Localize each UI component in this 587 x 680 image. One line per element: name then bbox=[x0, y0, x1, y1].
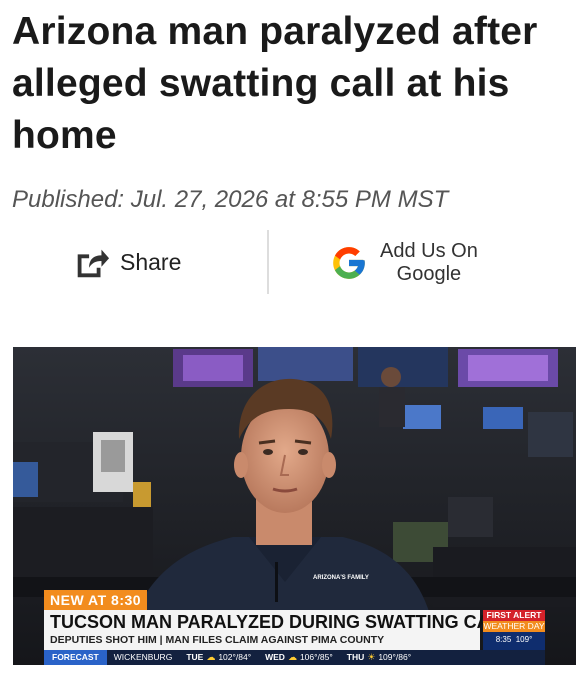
sun-icon: ☀ bbox=[367, 652, 376, 662]
partly-cloudy-icon: ☁ bbox=[206, 652, 216, 662]
share-arrow-icon bbox=[77, 249, 110, 278]
add-us-on-google-button[interactable]: Add Us On Google bbox=[330, 238, 478, 288]
forecast-day-thu: THU ☀ 109°/86° bbox=[340, 650, 418, 665]
partly-cloudy-icon: ☁ bbox=[287, 652, 297, 662]
published-timestamp: Published: Jul. 27, 2026 at 8:55 PM MST bbox=[12, 186, 449, 213]
share-button[interactable]: Share bbox=[72, 242, 181, 282]
news-lower-third: NEW AT 8:30 TUCSON MAN PARALYZED DURING … bbox=[13, 588, 576, 665]
add-us-on-google-label: Add Us On Google bbox=[380, 240, 478, 286]
google-label-line1: Add Us On bbox=[380, 240, 478, 262]
alert-time-temp: 8:35 109° bbox=[495, 635, 533, 644]
forecast-ticker: FORECAST WICKENBURG TUE ☁ 102°/84° WED ☁… bbox=[44, 650, 545, 665]
first-alert-label: FIRST ALERT bbox=[483, 610, 545, 621]
forecast-location: WICKENBURG bbox=[113, 652, 173, 662]
forecast-day-wed: WED ☁ 106°/85° bbox=[258, 650, 340, 665]
google-g-icon bbox=[333, 247, 365, 279]
article-actions: Share Add Us On Google bbox=[0, 230, 587, 294]
action-divider bbox=[267, 230, 269, 294]
share-label: Share bbox=[120, 248, 182, 275]
news-video-player[interactable]: ARIZONA'S FAMILY NEW AT 8:30 TUCSON MAN … bbox=[13, 347, 576, 665]
google-label-line2: Google bbox=[396, 263, 462, 285]
lower-third-main: TUCSON MAN PARALYZED DURING SWATTING CAL… bbox=[44, 610, 512, 650]
article-headline: Arizona man paralyzed after alleged swat… bbox=[12, 10, 538, 157]
weather-day-label: WEATHER DAY bbox=[483, 621, 545, 632]
lower-third-headline: TUCSON MAN PARALYZED DURING SWATTING CAL… bbox=[50, 612, 512, 632]
station-logo-text: ARIZONA'S FAMILY bbox=[313, 575, 369, 581]
lower-third-subline: DEPUTIES SHOT HIM | MAN FILES CLAIM AGAI… bbox=[50, 634, 385, 646]
article-page: Arizona man paralyzed after alleged swat… bbox=[0, 0, 587, 680]
new-at-tag: NEW AT 8:30 bbox=[44, 590, 148, 610]
first-alert-box: FIRST ALERT WEATHER DAY 8:35 109° bbox=[483, 610, 545, 650]
forecast-label: FORECAST bbox=[44, 650, 107, 665]
forecast-day-tue: TUE ☁ 102°/84° bbox=[179, 650, 258, 665]
